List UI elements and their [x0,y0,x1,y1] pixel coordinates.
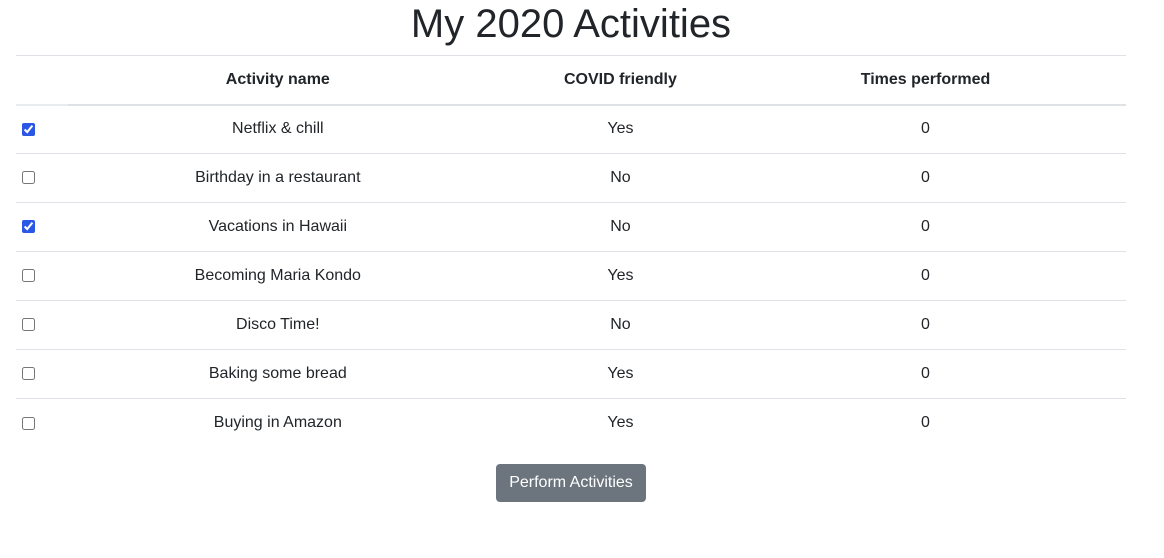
page: My 2020 Activities Activity name COVID f… [0,0,1164,558]
covid-friendly-cell: No [515,153,725,203]
row-select-cell [16,104,40,154]
table-row: Disco Time! No 0 [16,300,1126,350]
table-row: Vacations in Hawaii No 0 [16,202,1126,252]
times-performed-cell: 0 [724,153,1126,203]
row-select-cell [16,202,40,252]
header-select [16,55,40,106]
row-checkbox[interactable] [22,367,35,381]
row-checkbox[interactable] [22,318,35,332]
activity-name-cell: Buying in Amazon [213,414,342,432]
header-activity-name[interactable]: Activity name [39,55,516,106]
activity-name-cell: Becoming Maria Kondo [39,251,516,301]
covid-friendly-cell: Yes [607,414,634,432]
table-row: Baking some bread Yes 0 [16,349,1126,399]
covid-friendly-cell: No [515,202,725,252]
covid-friendly-cell: Yes [515,251,725,301]
perform-activities-button[interactable]: Perform Activities [496,464,646,502]
row-select-cell [16,251,40,301]
covid-friendly-cell: No [515,300,725,350]
row-select-cell [16,399,40,448]
row-select-cell [16,300,40,350]
header-times-performed[interactable]: Times performed [724,55,1126,106]
row-checkbox[interactable] [22,220,35,234]
activity-name-cell: Disco Time! [39,300,516,350]
times-performed-cell: 0 [724,300,1126,350]
table-header-row: Activity name COVID friendly Times perfo… [16,55,1126,106]
table-row: Becoming Maria Kondo Yes 0 [16,251,1126,301]
row-checkbox[interactable] [22,122,35,136]
header-sort-divider [16,104,68,106]
activity-name-cell: Birthday in a restaurant [39,153,516,203]
page-title: My 2020 Activities [410,2,732,46]
row-checkbox[interactable] [22,269,35,283]
table-row: Buying in Amazon Yes 0 [16,399,1126,448]
times-performed-cell: 0 [724,349,1126,399]
activity-name-cell: Netflix & chill [39,104,516,154]
times-performed-cell: 0 [724,104,1126,154]
table-header: Activity name COVID friendly Times perfo… [16,55,1126,106]
times-performed-cell: 0 [724,202,1126,252]
activity-name-cell: Baking some bread [39,349,516,399]
row-checkbox[interactable] [22,171,35,185]
table-row: Netflix & chill Yes 0 [16,104,1126,154]
covid-friendly-cell: Yes [515,349,725,399]
row-select-cell [16,349,40,399]
row-select-cell [16,153,40,203]
actions-bar: Perform Activities [496,464,646,502]
row-checkbox[interactable] [22,416,35,430]
times-performed-cell: 0 [921,414,930,432]
activities-table: Activity name COVID friendly Times perfo… [16,55,1126,448]
table-row: Birthday in a restaurant No 0 [16,153,1126,203]
covid-friendly-cell: Yes [515,104,725,154]
header-covid-friendly[interactable]: COVID friendly [515,55,725,106]
activity-name-cell: Vacations in Hawaii [39,202,516,252]
table-body: Netflix & chill Yes 0 Birthday in a rest… [16,104,1126,448]
times-performed-cell: 0 [724,251,1126,301]
